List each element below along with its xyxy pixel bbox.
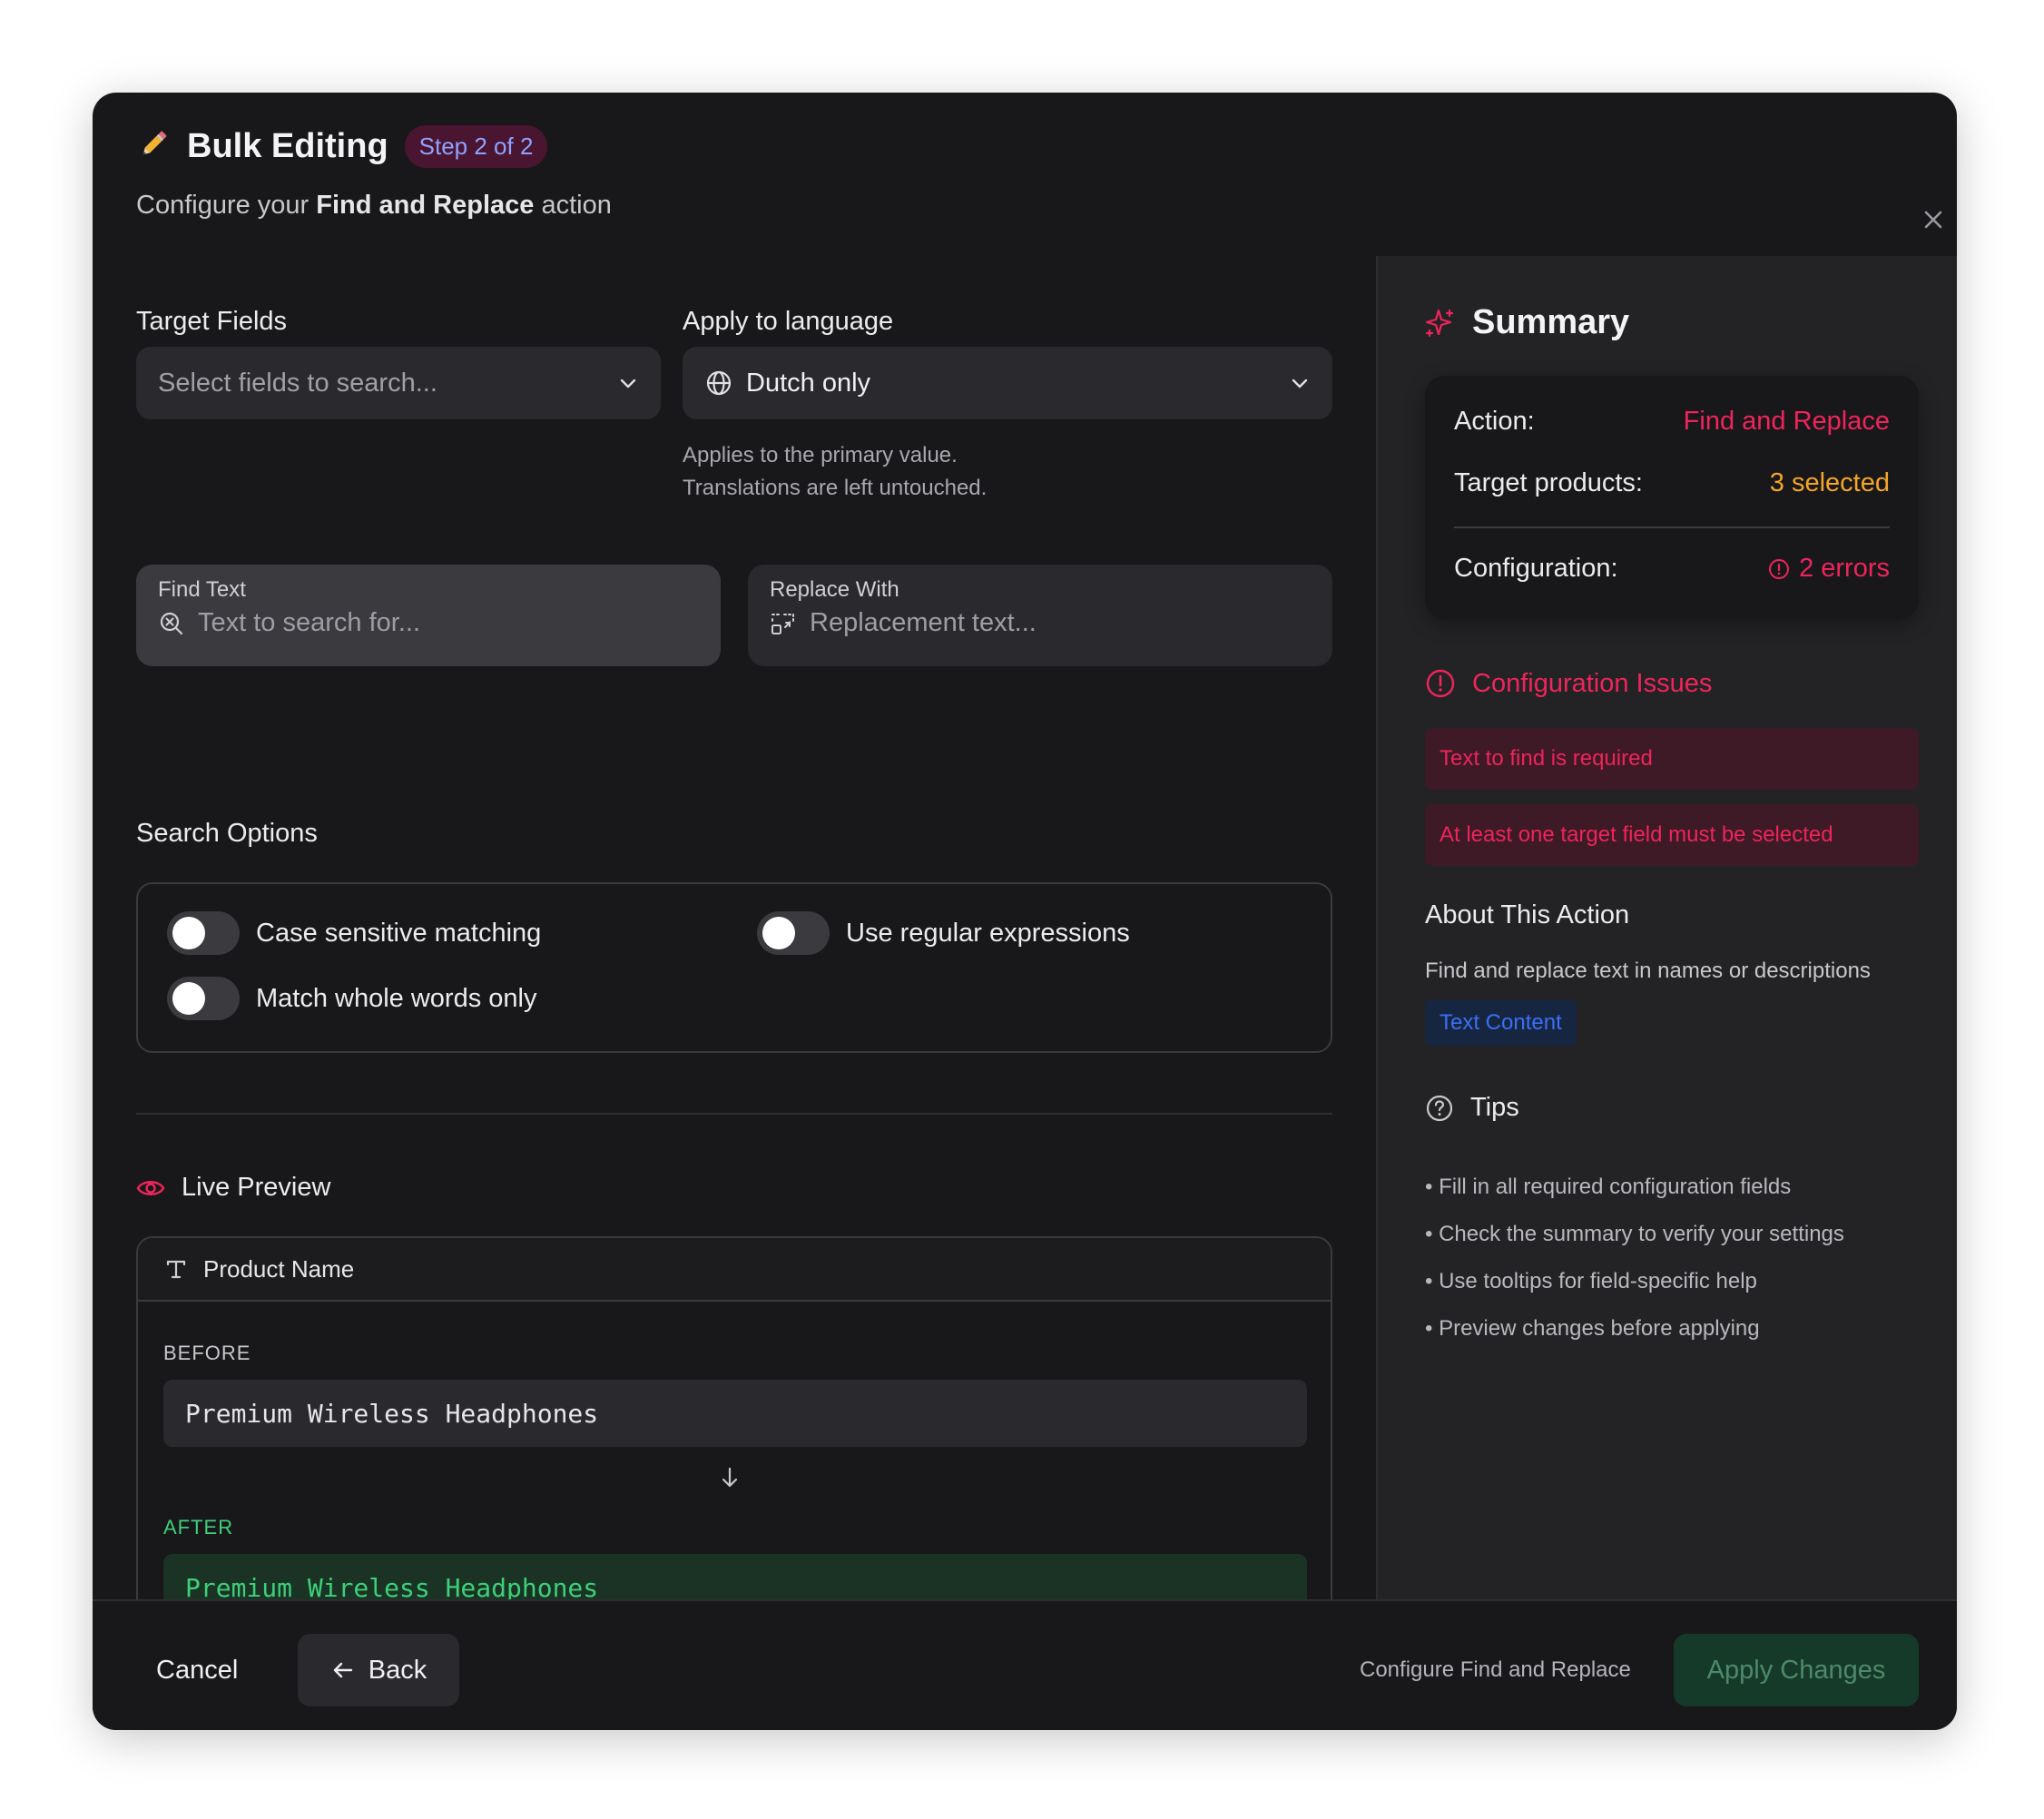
section-divider (136, 1113, 1332, 1115)
sparkles-icon (1425, 309, 1454, 337)
back-button[interactable]: Back (298, 1634, 459, 1706)
regex-toggle[interactable] (757, 911, 830, 955)
after-label: AFTER (163, 1516, 234, 1539)
pencil-icon (136, 127, 171, 166)
tip-item: • Check the summary to verify your setti… (1425, 1222, 1844, 1246)
search-options-box: Case sensitive matching Use regular expr… (136, 882, 1332, 1053)
tips-title: Tips (1470, 1093, 1519, 1122)
about-description: Find and replace text in names or descri… (1425, 959, 1871, 983)
before-label: BEFORE (163, 1342, 251, 1364)
preview-field-name: Product Name (203, 1254, 355, 1283)
chevron-down-icon (620, 379, 636, 388)
arrow-down-icon (719, 1465, 741, 1495)
case-sensitive-label: Case sensitive matching (256, 918, 542, 948)
tip-item: • Use tooltips for field-specific help (1425, 1269, 1757, 1293)
back-button-label: Back (368, 1655, 427, 1685)
tip-item: • Fill in all required configuration fie… (1425, 1175, 1792, 1199)
tip-item: • Preview changes before applying (1425, 1316, 1760, 1341)
preview-field-header: Product Name (138, 1238, 1331, 1302)
live-preview-label: Live Preview (182, 1173, 331, 1202)
whole-words-label: Match whole words only (256, 983, 537, 1013)
summary-targets-value: 3 selected (1769, 468, 1890, 497)
globe-icon (706, 370, 732, 396)
issues-heading: Configuration Issues (1425, 668, 1712, 699)
find-text-field[interactable]: Find Text Text to search for... (136, 565, 721, 666)
language-hint: Applies to the primary value. Translatio… (683, 439, 987, 505)
issue-item: Text to find is required (1425, 728, 1919, 790)
target-fields-placeholder: Select fields to search... (158, 368, 437, 398)
modal-header: Bulk Editing Step 2 of 2 Configure your … (93, 93, 1957, 256)
option-regex: Use regular expressions (757, 911, 1130, 955)
search-x-icon (160, 612, 183, 634)
text-type-icon (166, 1260, 186, 1279)
tips-heading: Tips (1425, 1093, 1519, 1123)
search-options-label: Search Options (136, 819, 318, 848)
close-button[interactable] (1913, 200, 1953, 240)
bulk-edit-modal: Bulk Editing Step 2 of 2 Configure your … (93, 93, 1957, 1730)
apply-changes-button[interactable]: Apply Changes (1674, 1634, 1919, 1706)
language-hint-line-2: Translations are left untouched. (683, 476, 988, 500)
summary-targets-label: Target products: (1454, 468, 1643, 497)
summary-config-label: Configuration: (1454, 554, 1618, 583)
replace-with-field[interactable]: Replace With Replacement text... (748, 565, 1332, 666)
language-label: Apply to language (683, 307, 894, 336)
summary-action-label: Action: (1454, 407, 1535, 436)
summary-card: Action: Find and Replace Target products… (1425, 376, 1919, 619)
option-case-sensitive: Case sensitive matching (167, 911, 541, 955)
subtitle-suffix: action (534, 191, 612, 220)
eye-icon (136, 1180, 165, 1195)
summary-heading: Summary (1425, 303, 1629, 342)
summary-targets-row: Target products: 3 selected (1454, 468, 1890, 498)
language-select[interactable]: Dutch only (683, 347, 1332, 419)
arrow-left-icon (333, 1662, 352, 1678)
about-tag: Text Content (1425, 1000, 1577, 1046)
live-preview-heading: Live Preview (136, 1173, 330, 1203)
main-panel: Target Fields Select fields to search...… (93, 256, 1376, 1650)
close-icon (1924, 211, 1942, 229)
help-circle-icon (1426, 1095, 1453, 1121)
alert-circle-icon (1769, 558, 1790, 579)
summary-config-value: 2 errors (1799, 554, 1890, 583)
summary-action-row: Action: Find and Replace (1454, 407, 1890, 437)
chevron-down-icon (1292, 379, 1308, 388)
title-row: Bulk Editing Step 2 of 2 (136, 125, 548, 168)
replace-with-label: Replace With (770, 577, 899, 602)
modal-subtitle: Configure your Find and Replace action (136, 191, 612, 221)
replace-with-input[interactable]: Replacement text... (810, 608, 1037, 638)
footer-status: Configure Find and Replace (1360, 1657, 1631, 1682)
alert-circle-icon (1426, 669, 1455, 698)
summary-divider (1454, 526, 1890, 528)
language-value: Dutch only (746, 368, 871, 398)
live-preview-box: Product Name BEFORE Premium Wireless Hea… (136, 1236, 1332, 1650)
about-title: About This Action (1425, 900, 1630, 929)
regex-label: Use regular expressions (846, 918, 1130, 948)
subtitle-prefix: Configure your (136, 191, 317, 220)
summary-title: Summary (1472, 303, 1630, 341)
issues-title: Configuration Issues (1472, 668, 1713, 698)
before-value: Premium Wireless Headphones (163, 1380, 1307, 1447)
language-hint-line-1: Applies to the primary value. (683, 443, 958, 467)
target-fields-label: Target Fields (136, 307, 288, 336)
modal-footer: Cancel Back Configure Find and Replace A… (93, 1599, 1957, 1730)
summary-config-row: Configuration: 2 errors (1454, 554, 1890, 584)
whole-words-toggle[interactable] (167, 977, 240, 1020)
summary-action-value: Find and Replace (1683, 407, 1890, 436)
summary-panel: Summary Action: Find and Replace Target … (1376, 256, 1957, 1601)
case-sensitive-toggle[interactable] (167, 911, 240, 955)
subtitle-action-name: Find and Replace (316, 191, 535, 220)
find-text-label: Find Text (158, 577, 246, 602)
replace-icon (771, 613, 794, 634)
target-fields-select[interactable]: Select fields to search... (136, 347, 661, 419)
step-badge: Step 2 of 2 (404, 125, 548, 168)
modal-title: Bulk Editing (187, 127, 388, 165)
issue-item: At least one target field must be select… (1425, 804, 1919, 866)
cancel-button[interactable]: Cancel (136, 1634, 258, 1706)
summary-config-status: 2 errors (1768, 554, 1890, 584)
find-text-input[interactable]: Text to search for... (198, 608, 420, 638)
option-whole-words: Match whole words only (167, 977, 536, 1020)
